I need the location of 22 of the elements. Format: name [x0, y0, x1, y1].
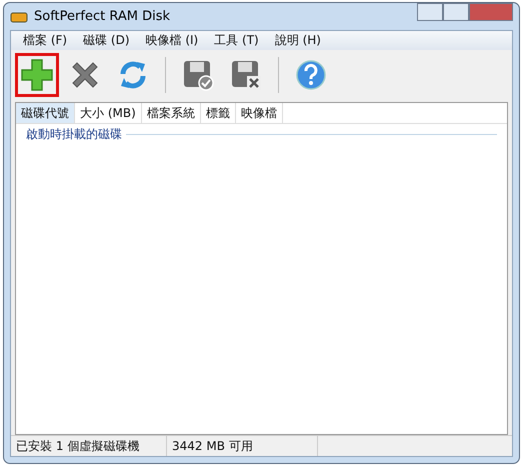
maximize-button[interactable]	[443, 3, 469, 21]
menu-item[interactable]: 映像檔 (I)	[138, 32, 206, 49]
floppy-delete-icon	[230, 59, 262, 91]
menu-item[interactable]: 工具 (T)	[206, 32, 267, 49]
menu-item[interactable]: 磁碟 (D)	[75, 32, 138, 49]
minimize-button[interactable]	[417, 3, 443, 21]
menu-item[interactable]: 檔案 (F)	[15, 32, 76, 49]
menu-item[interactable]: 說明 (H)	[266, 32, 329, 49]
status-text: 3442 MB 可用	[167, 436, 318, 456]
window-title: SoftPerfect RAM Disk	[34, 9, 170, 24]
column-header[interactable]: 檔案系統	[142, 103, 201, 123]
column-header[interactable]: 大小 (MB)	[75, 103, 142, 123]
group-header: 啟動時掛載的磁碟	[26, 126, 122, 143]
plus-icon	[20, 58, 54, 92]
column-header[interactable]: 磁碟代號	[16, 103, 75, 123]
help-icon	[295, 59, 327, 91]
floppy-check-icon	[182, 59, 214, 91]
status-text: 已安裝 1 個虛擬磁碟機	[11, 436, 167, 456]
column-header[interactable]: 映像檔	[236, 103, 283, 123]
toolbar-button[interactable]	[15, 53, 59, 97]
column-header[interactable]: 標籤	[200, 103, 236, 123]
app-icon	[10, 10, 28, 24]
